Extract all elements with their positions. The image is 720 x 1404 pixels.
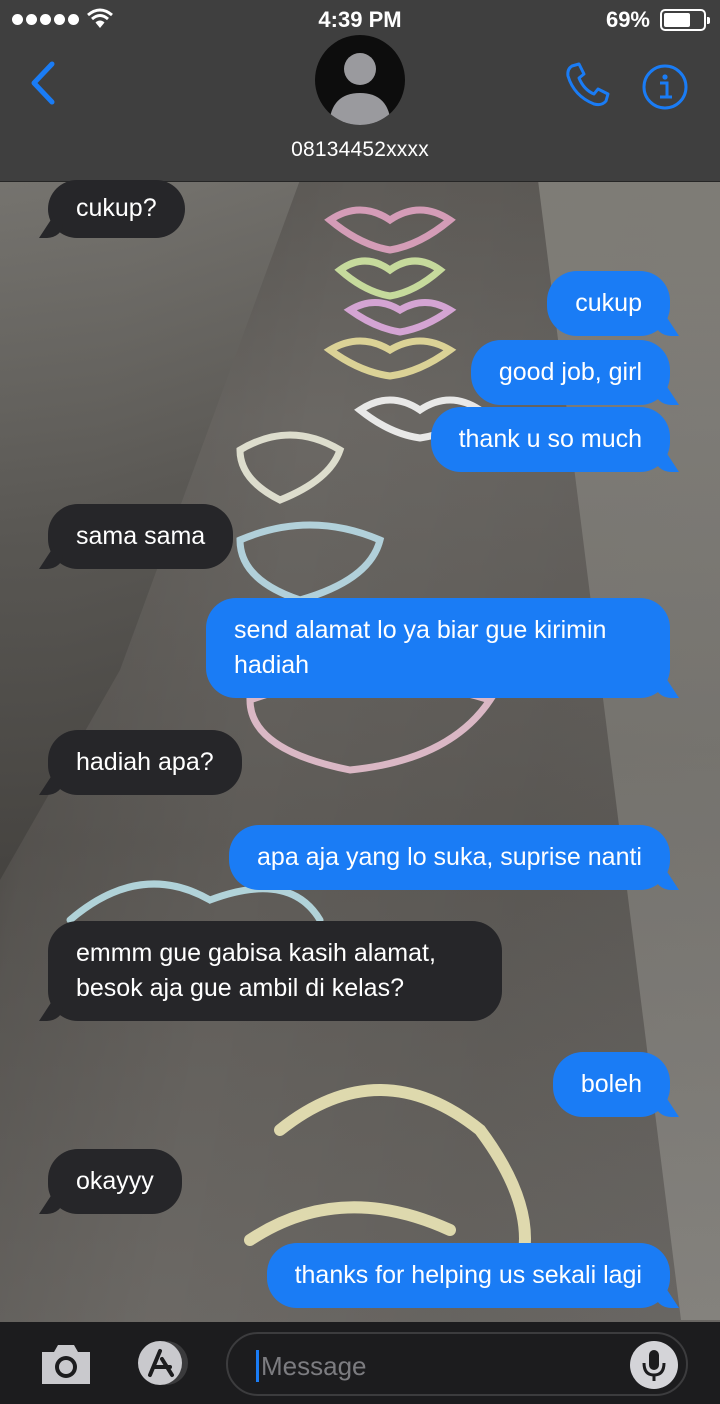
incoming-message[interactable]: hadiah apa?	[48, 730, 242, 795]
conversation-header: 4:39 PM 69% 08134452xxxx	[0, 0, 720, 182]
contact-avatar[interactable]	[315, 35, 405, 125]
outgoing-message[interactable]: good job, girl	[470, 340, 670, 405]
outgoing-message[interactable]: boleh	[552, 1052, 670, 1117]
battery-level-fill	[664, 13, 690, 27]
microphone-icon	[642, 1350, 666, 1381]
contact-name[interactable]: 08134452xxxx	[0, 138, 720, 162]
outgoing-message[interactable]: cukup	[547, 271, 670, 336]
text-cursor	[256, 1350, 259, 1382]
info-icon[interactable]	[641, 63, 689, 111]
outgoing-message[interactable]: thank u so much	[430, 407, 670, 472]
message-input[interactable]: Message	[226, 1332, 688, 1396]
incoming-message[interactable]: sama sama	[48, 504, 234, 569]
incoming-message[interactable]: emmm gue gabisa kasih alamat, besok aja …	[48, 921, 502, 1021]
battery-percentage: 69%	[605, 7, 650, 32]
incoming-message[interactable]: okayyy	[48, 1149, 182, 1214]
avatar-placeholder-icon	[329, 53, 391, 125]
phone-icon[interactable]	[562, 60, 612, 110]
outgoing-message[interactable]: thanks for helping us sekali lagi	[266, 1243, 670, 1308]
app-store-icon[interactable]	[130, 1339, 196, 1387]
microphone-button[interactable]	[630, 1341, 678, 1389]
battery-icon	[660, 9, 710, 31]
back-chevron-icon[interactable]	[24, 58, 64, 108]
camera-icon[interactable]	[38, 1340, 94, 1388]
outgoing-message[interactable]: apa aja yang lo suka, suprise nanti	[229, 825, 670, 890]
status-bar: 4:39 PM 69%	[0, 0, 720, 40]
outgoing-message[interactable]: send alamat lo ya biar gue kirimin hadia…	[206, 598, 670, 698]
message-placeholder: Message	[261, 1351, 367, 1381]
message-input-bar: Message	[0, 1322, 720, 1404]
incoming-message[interactable]: cukup?	[48, 180, 185, 238]
